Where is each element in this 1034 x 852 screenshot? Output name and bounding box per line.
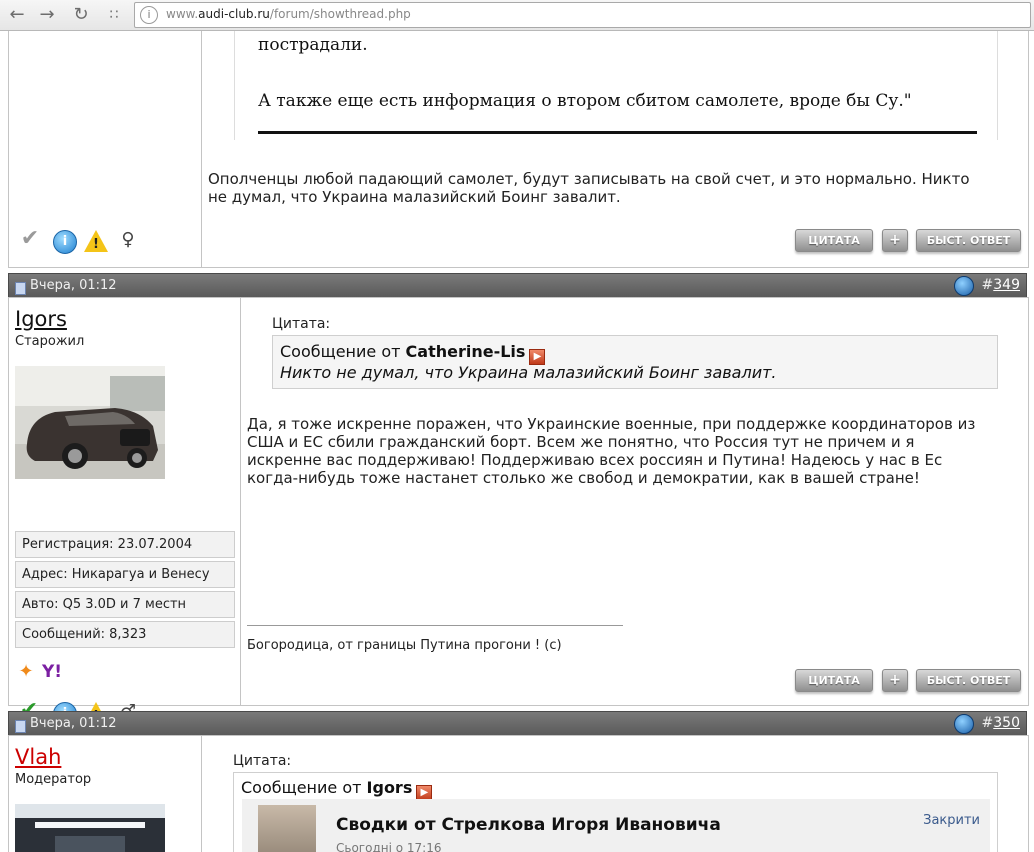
url-domain: audi-club.ru bbox=[198, 7, 270, 21]
post-number[interactable]: #350 bbox=[982, 715, 1020, 731]
user-post-count: Сообщений: 8,323 bbox=[15, 621, 235, 648]
address-bar[interactable]: i www.audi-club.ru/forum/showthread.php bbox=[134, 2, 1031, 28]
browser-toolbar: ← → ↻ ∷ i www.audi-club.ru/forum/showthr… bbox=[0, 0, 1034, 31]
post-previous-user-column: ✔ i ! ♀ bbox=[9, 31, 202, 267]
quote-from: Сообщение от Catherine-Lis ▶ bbox=[280, 342, 546, 365]
post-text-line: Да, я тоже искренне поражен, что Украинс… bbox=[247, 415, 976, 433]
post-previous: ✔ i ! ♀ пострадали. А также еще есть инф… bbox=[8, 31, 1029, 268]
post-number[interactable]: #349 bbox=[982, 277, 1020, 293]
globe-link-icon[interactable] bbox=[954, 714, 974, 734]
user-address: Адрес: Никарагуа и Венесу bbox=[15, 561, 235, 588]
reload-icon[interactable]: ↻ bbox=[70, 4, 92, 26]
post-text-line: искренне вас поддерживаю! Поддерживаю вс… bbox=[247, 451, 943, 469]
post-number-link[interactable]: 349 bbox=[993, 277, 1020, 293]
embed-title: Сводки от Стрелкова Игоря Ивановича bbox=[336, 815, 721, 835]
arrow-left-icon[interactable]: ← bbox=[6, 4, 28, 26]
username-link[interactable]: Igors bbox=[15, 307, 67, 331]
quote-from: Сообщение от Igors ▶ bbox=[241, 778, 433, 801]
warning-icon[interactable]: ! bbox=[84, 230, 108, 252]
quote-text: Никто не думал, что Украина малазийский … bbox=[280, 363, 777, 382]
post-350: Vlah Модератор Цитата: Сообщение от Igor… bbox=[8, 735, 1029, 852]
post-date: Вчера, 01:12 bbox=[30, 278, 117, 293]
signature: Богородица, от границы Путина прогони ! … bbox=[247, 638, 562, 653]
quoted-image: пострадали. А также еще есть информация … bbox=[234, 31, 998, 140]
post-text-line: когда-нибудь тоже настанет столько же св… bbox=[247, 469, 920, 487]
multi-quote-button[interactable]: + bbox=[882, 669, 908, 692]
arrow-right-icon[interactable]: → bbox=[36, 4, 58, 26]
post-349-user-column: Igors Старожил Регистрация: 23.07.2004 А… bbox=[9, 298, 241, 726]
user-avatar[interactable] bbox=[15, 804, 165, 852]
post-350-header: Вчера, 01:12 #350 bbox=[8, 711, 1027, 736]
quick-reply-button[interactable]: БЫСТ. ОТВЕТ bbox=[916, 669, 1021, 692]
embed-close-link[interactable]: Закрити bbox=[923, 813, 980, 828]
post-text-line: США и ЕС сбили гражданский борт. Всем же… bbox=[247, 433, 915, 451]
url-prefix: www. bbox=[166, 7, 199, 21]
apps-grid-icon[interactable]: ∷ bbox=[103, 4, 125, 26]
document-icon bbox=[15, 282, 26, 295]
post-number-prefix: # bbox=[981, 715, 994, 731]
yahoo-icon[interactable]: Y! bbox=[41, 661, 63, 683]
female-icon: ♀ bbox=[121, 229, 135, 250]
message-bubble-icon[interactable]: i bbox=[53, 230, 77, 254]
quoted-image-rule bbox=[258, 131, 977, 134]
quote-from-prefix: Сообщение от bbox=[241, 778, 362, 797]
post-number-prefix: # bbox=[981, 277, 994, 293]
user-title: Старожил bbox=[15, 334, 85, 349]
quoted-image-line-1: пострадали. bbox=[258, 35, 368, 55]
quote-from-prefix: Сообщение от bbox=[280, 342, 401, 361]
user-registration: Регистрация: 23.07.2004 bbox=[15, 531, 235, 558]
address-url[interactable]: www.audi-club.ru/forum/showthread.php bbox=[166, 7, 411, 21]
document-icon bbox=[15, 720, 26, 733]
quoted-image-line-2: А также еще есть информация о втором сби… bbox=[258, 91, 912, 111]
user-car: Авто: Q5 3.0D и 7 местн bbox=[15, 591, 235, 618]
checkmark-icon[interactable]: ✔ bbox=[19, 228, 41, 250]
user-avatar[interactable] bbox=[15, 366, 165, 479]
quote-label: Цитата: bbox=[272, 316, 331, 332]
quote-button[interactable]: ЦИТАТА bbox=[795, 669, 873, 692]
embedded-card: Сводки от Стрелкова Игоря Ивановича Сьог… bbox=[242, 799, 990, 852]
url-path: /forum/showthread.php bbox=[269, 7, 411, 21]
user-title: Модератор bbox=[15, 772, 92, 787]
quote-author: Igors bbox=[366, 778, 413, 797]
embed-subtitle: Сьогодні о 17:16 bbox=[336, 841, 442, 852]
post-text-line: не думал, что Украина малазийский Боинг … bbox=[208, 188, 621, 206]
quote-label: Цитата: bbox=[233, 753, 292, 769]
icq-icon[interactable]: ✦ bbox=[15, 661, 37, 683]
quote-author: Catherine-Lis bbox=[405, 342, 526, 361]
quote-box: Сообщение от Catherine-Lis ▶ Никто не дум… bbox=[272, 335, 998, 389]
multi-quote-button[interactable]: + bbox=[882, 229, 908, 252]
page-info-icon[interactable]: i bbox=[140, 6, 158, 24]
signature-divider bbox=[247, 625, 623, 626]
username-link[interactable]: Vlah bbox=[15, 745, 61, 769]
page-content: ✔ i ! ♀ пострадали. А также еще есть инф… bbox=[0, 31, 1034, 852]
globe-link-icon[interactable] bbox=[954, 276, 974, 296]
post-number-link[interactable]: 350 bbox=[993, 715, 1020, 731]
embed-profile-photo bbox=[258, 805, 316, 852]
post-349-text: Да, я тоже искренне поражен, что Украинс… bbox=[247, 415, 975, 487]
quote-box: Сообщение от Igors ▶ Сводки от Стрелкова … bbox=[233, 772, 998, 852]
quick-reply-button[interactable]: БЫСТ. ОТВЕТ bbox=[916, 229, 1021, 252]
post-349-header: Вчера, 01:12 #349 bbox=[8, 273, 1027, 298]
post-text-line: Ополченцы любой падающий самолет, будут … bbox=[208, 170, 970, 188]
post-date: Вчера, 01:12 bbox=[30, 716, 117, 731]
post-350-user-column: Vlah Модератор bbox=[9, 736, 202, 852]
quote-button[interactable]: ЦИТАТА bbox=[795, 229, 873, 252]
post-previous-text: Ополченцы любой падающий самолет, будут … bbox=[208, 170, 970, 206]
post-349: Igors Старожил Регистрация: 23.07.2004 А… bbox=[8, 297, 1029, 726]
